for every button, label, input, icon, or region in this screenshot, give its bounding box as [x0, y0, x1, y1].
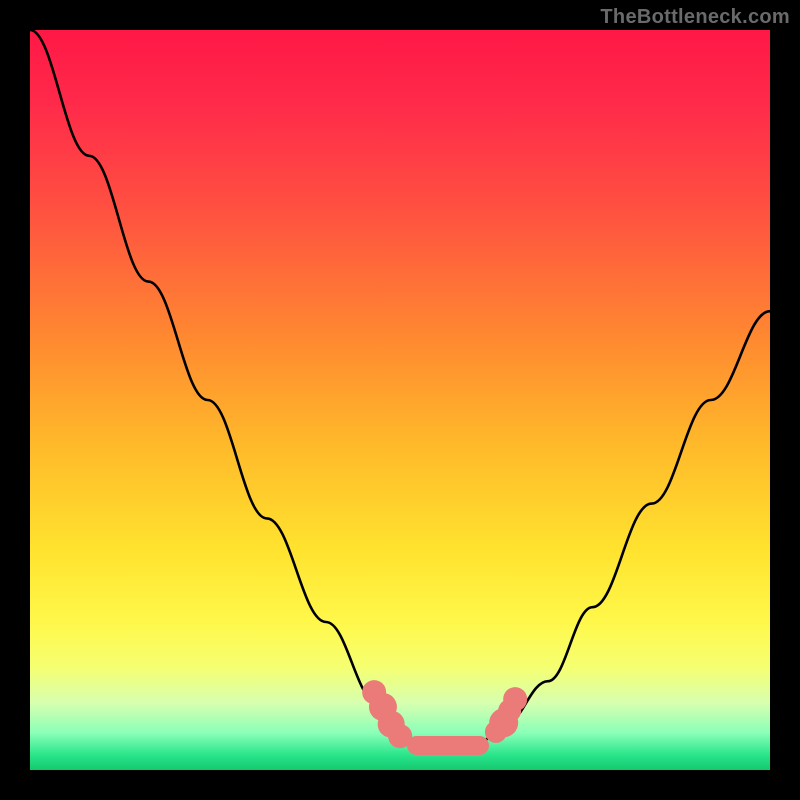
marker-layer: [30, 30, 770, 770]
watermark-text: TheBottleneck.com: [600, 6, 790, 29]
chart-stage: TheBottleneck.com: [0, 0, 800, 800]
plot-area: [30, 30, 770, 770]
floor-bar: [407, 736, 488, 755]
curve-marker: [504, 687, 528, 711]
